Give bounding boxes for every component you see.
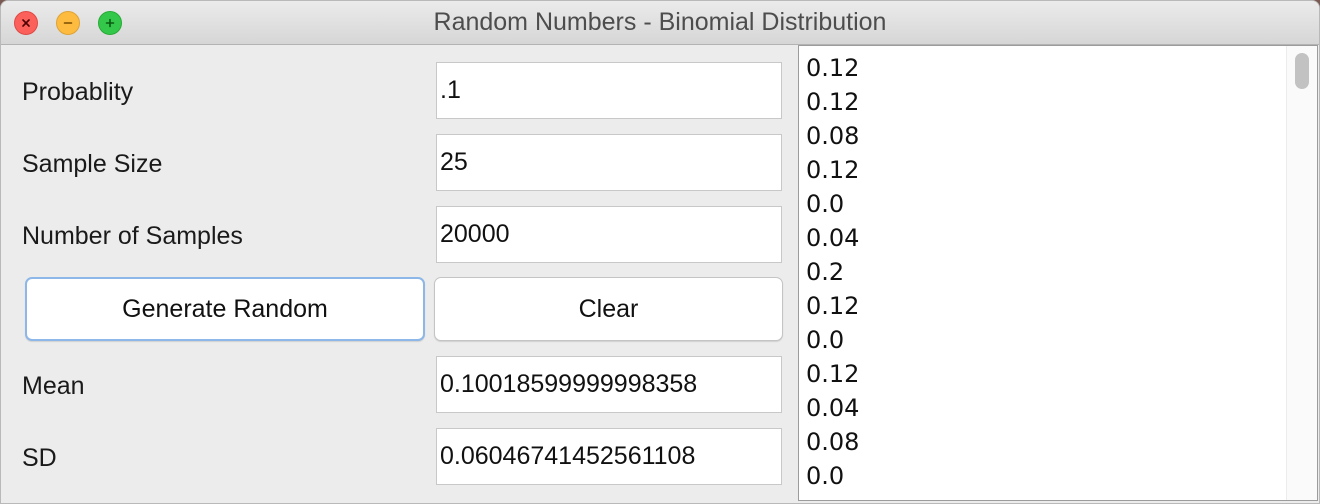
result-item[interactable]: 0.04 bbox=[806, 391, 859, 425]
mean-label: Mean bbox=[22, 372, 85, 400]
sample-size-label: Sample Size bbox=[22, 150, 163, 178]
result-item[interactable]: 0.08 bbox=[806, 119, 859, 153]
results-scrollbar[interactable] bbox=[1286, 46, 1317, 500]
generate-random-label: Generate Random bbox=[122, 294, 328, 323]
results-scrollbar-thumb[interactable] bbox=[1295, 53, 1309, 89]
clear-label: Clear bbox=[578, 294, 639, 323]
sample-size-input[interactable]: 25 bbox=[436, 134, 782, 191]
probability-input[interactable]: .1 bbox=[436, 62, 782, 119]
result-item[interactable]: 0.0 bbox=[806, 459, 859, 493]
title-bar[interactable]: Random Numbers - Binomial Distribution bbox=[1, 1, 1319, 45]
result-item[interactable]: 0.2 bbox=[806, 255, 859, 289]
num-samples-input[interactable]: 20000 bbox=[436, 206, 782, 263]
main-content: Probablity .1 Sample Size 25 Number of S… bbox=[1, 45, 1319, 503]
result-item[interactable]: 0.12 bbox=[806, 51, 859, 85]
result-item[interactable]: 0.12 bbox=[806, 153, 859, 187]
sd-label: SD bbox=[22, 444, 57, 472]
probability-label: Probablity bbox=[22, 78, 134, 106]
result-item[interactable]: 0.08 bbox=[806, 425, 859, 459]
generate-random-button[interactable]: Generate Random bbox=[25, 277, 425, 341]
result-item[interactable]: 0.12 bbox=[806, 289, 859, 323]
num-samples-label: Number of Samples bbox=[22, 222, 243, 250]
result-item[interactable]: 0.0 bbox=[806, 187, 859, 221]
result-item[interactable]: 0.12 bbox=[806, 85, 859, 119]
result-item[interactable]: 0.0 bbox=[806, 323, 859, 357]
results-list[interactable]: 0.12 0.12 0.08 0.12 0.0 0.04 0.2 0.12 0.0 0.12 0.0… bbox=[806, 51, 859, 493]
window-title: Random Numbers - Binomial Distribution bbox=[433, 8, 887, 36]
mean-field[interactable]: 0.10018599999998358 bbox=[436, 356, 782, 413]
clear-button[interactable]: Clear bbox=[434, 277, 783, 341]
result-item[interactable]: 0.04 bbox=[806, 221, 859, 255]
results-list-panel[interactable]: 0.12 0.12 0.08 0.12 0.0 0.04 0.2 0.12 0.0 0.12 0.0… bbox=[798, 45, 1318, 501]
sd-field[interactable]: 0.06046741452561108 bbox=[436, 428, 782, 485]
app-window: Random Numbers - Binomial Distribution P… bbox=[0, 0, 1320, 504]
result-item[interactable]: 0.12 bbox=[806, 357, 859, 391]
